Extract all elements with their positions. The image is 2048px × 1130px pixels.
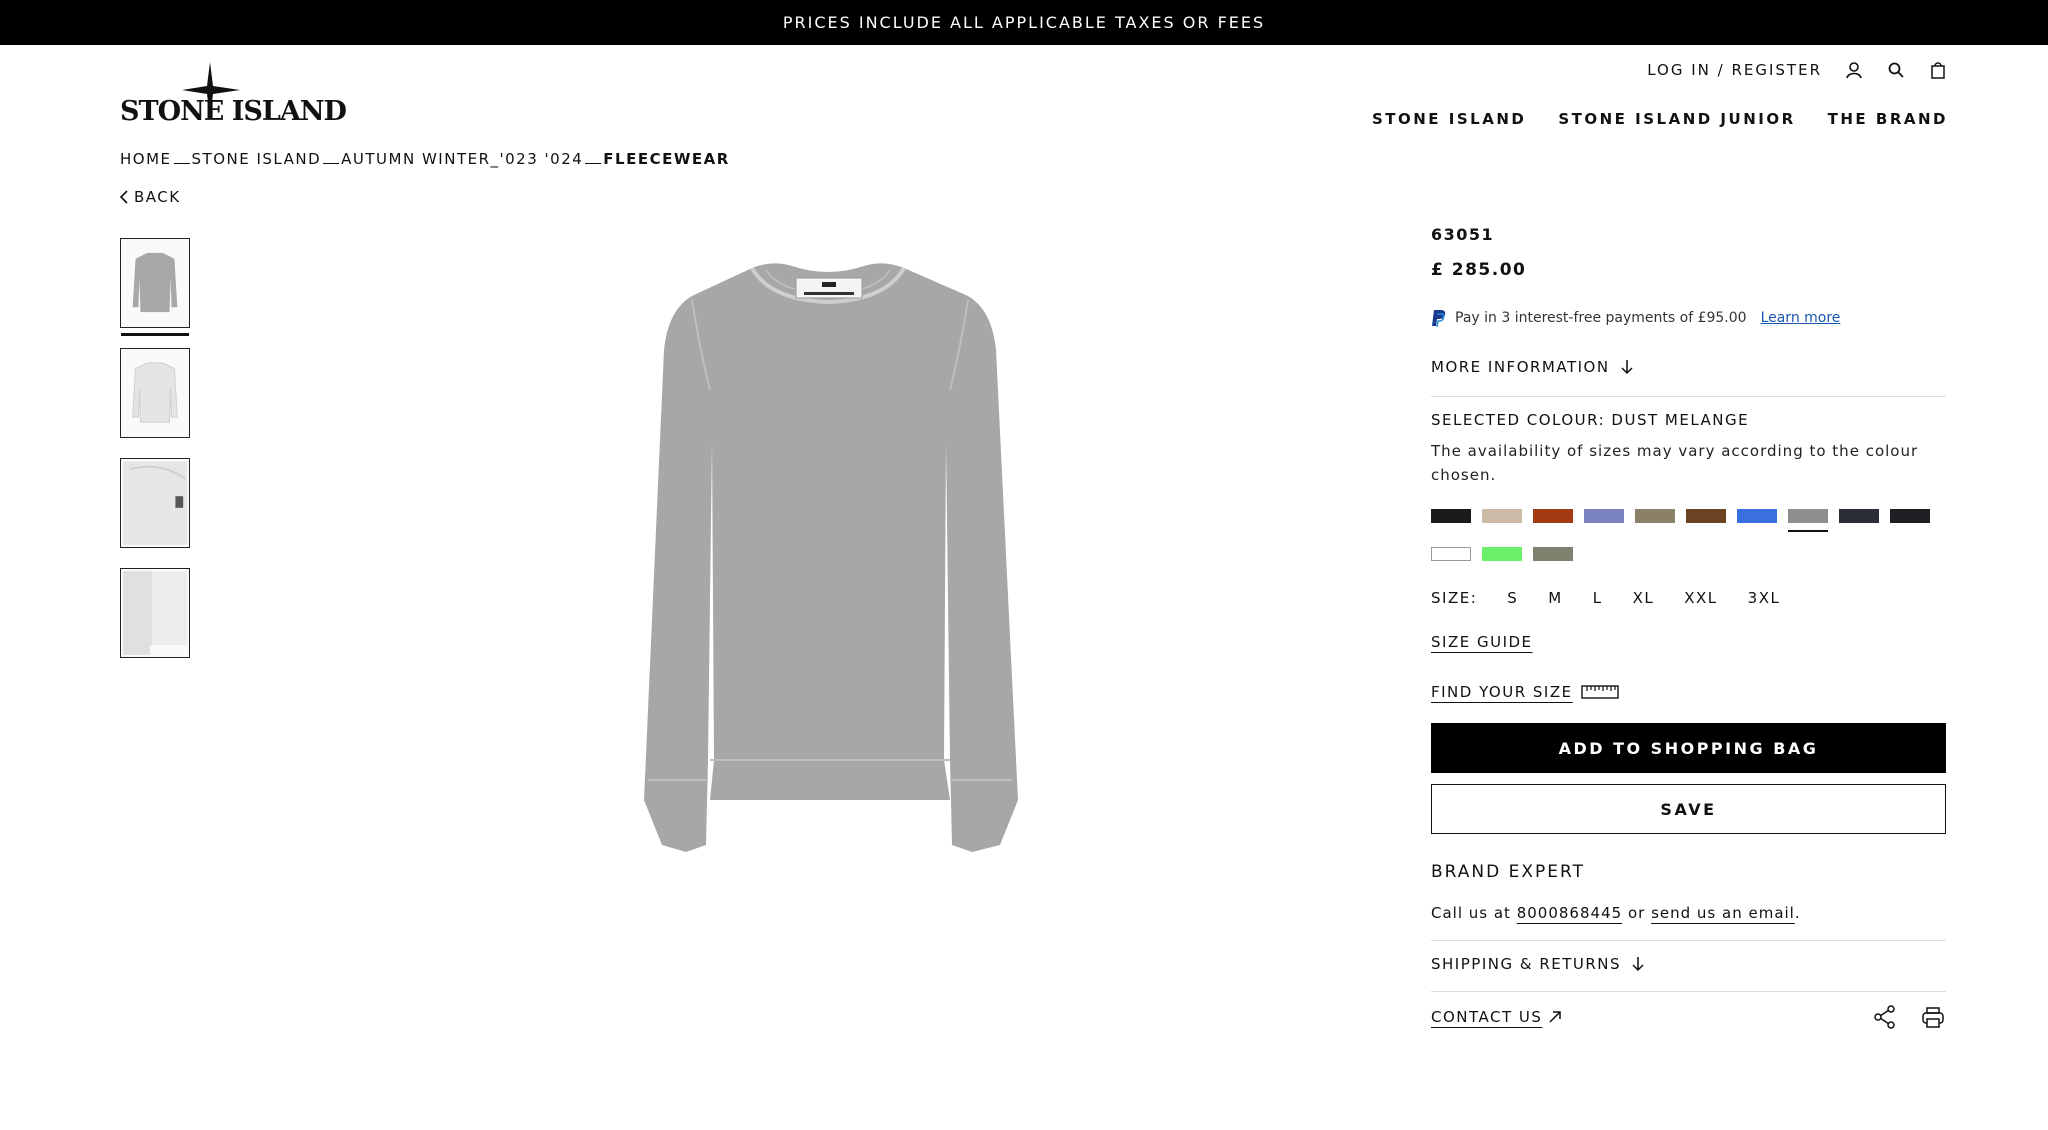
share-icon[interactable] <box>1872 1004 1898 1030</box>
more-information-label: MORE INFORMATION <box>1431 358 1610 376</box>
nav-the-brand[interactable]: THE BRAND <box>1828 110 1948 128</box>
thumbnail-sleeve-detail[interactable] <box>120 458 190 548</box>
thumbnail-fabric-detail[interactable] <box>120 568 190 658</box>
size-guide-link[interactable]: SIZE GUIDE <box>1431 633 1946 651</box>
colour-swatch[interactable] <box>1584 509 1624 523</box>
colour-swatch[interactable] <box>1482 509 1522 523</box>
send-email-link[interactable]: send us an email <box>1651 904 1795 922</box>
print-icon[interactable] <box>1920 1004 1946 1030</box>
login-register-link[interactable]: LOG IN / REGISTER <box>1647 61 1822 79</box>
size-option-s[interactable]: S <box>1507 589 1518 607</box>
user-icon[interactable] <box>1844 60 1864 80</box>
size-option-l[interactable]: L <box>1593 589 1603 607</box>
or-text: or <box>1627 904 1646 922</box>
shipping-returns-label: SHIPPING & RETURNS <box>1431 955 1622 973</box>
search-icon[interactable] <box>1886 60 1906 80</box>
colour-swatch[interactable] <box>1686 509 1726 523</box>
announcement-bar: PRICES INCLUDE ALL APPLICABLE TAXES OR F… <box>0 0 2048 45</box>
colour-swatch[interactable] <box>1635 509 1675 523</box>
back-label: BACK <box>134 188 181 206</box>
selected-colour-label: SELECTED COLOUR: DUST MELANGE <box>1431 411 1750 429</box>
phone-link[interactable]: 8000868445 <box>1517 904 1622 922</box>
size-option-xl[interactable]: XL <box>1633 589 1655 607</box>
size-option-xxl[interactable]: XXL <box>1684 589 1717 607</box>
breadcrumb-separator <box>323 150 340 164</box>
share-print-icons <box>1872 1004 1946 1030</box>
colour-swatch[interactable] <box>1431 547 1471 561</box>
colour-swatch[interactable] <box>1737 509 1777 523</box>
contact-us-label: CONTACT US <box>1431 1008 1543 1026</box>
brand-logo[interactable]: STONE ISLAND <box>120 60 347 130</box>
size-option-m[interactable]: M <box>1548 589 1562 607</box>
brand-expert-title: BRAND EXPERT <box>1431 862 1585 882</box>
colour-swatch[interactable] <box>1482 547 1522 561</box>
find-your-size-label: FIND YOUR SIZE <box>1431 683 1573 701</box>
shopping-bag-icon[interactable] <box>1928 60 1948 80</box>
breadcrumb-current: FLEECEWEAR <box>603 150 730 168</box>
colour-availability-note: The availability of sizes may vary accor… <box>1431 442 1919 484</box>
main-product-image <box>560 240 1100 880</box>
call-prefix: Call us at <box>1431 904 1511 922</box>
product-details-panel: 63051 £ 285.00 Pay in 3 interest-free pa… <box>1431 225 1946 1030</box>
paypal-text: Pay in 3 interest-free payments of £95.0… <box>1455 310 1747 326</box>
brand-expert-contact: Call us at 8000868445 or send us an emai… <box>1431 904 1946 941</box>
thumbnail-back[interactable] <box>120 348 190 438</box>
chevron-left-icon <box>119 190 128 204</box>
breadcrumb-stone-island[interactable]: STONE ISLAND <box>192 150 322 168</box>
nav-stone-island-junior[interactable]: STONE ISLAND JUNIOR <box>1558 110 1795 128</box>
back-link[interactable]: BACK <box>118 188 181 206</box>
contact-row: CONTACT US <box>1431 1004 1946 1030</box>
period-text: . <box>1794 904 1801 922</box>
breadcrumb-separator <box>585 150 602 164</box>
colour-swatch[interactable] <box>1788 509 1828 532</box>
breadcrumb: HOME STONE ISLAND AUTUMN WINTER_'023 '02… <box>120 150 730 168</box>
breadcrumb-season[interactable]: AUTUMN WINTER_'023 '024 <box>341 150 583 168</box>
colour-swatch[interactable] <box>1533 509 1573 523</box>
paypal-icon <box>1432 310 1446 328</box>
thumbnail-front[interactable] <box>120 238 190 336</box>
colour-swatch[interactable] <box>1431 509 1471 523</box>
size-selector: SIZE: S M L XL XXL 3XL <box>1431 589 1946 607</box>
announcement-text: PRICES INCLUDE ALL APPLICABLE TAXES OR F… <box>782 13 1266 32</box>
sweatshirt-image <box>644 263 1018 852</box>
shipping-returns-toggle[interactable]: SHIPPING & RETURNS <box>1431 955 1946 992</box>
logo-text: STONE ISLAND <box>120 96 347 127</box>
find-your-size-link[interactable]: FIND YOUR SIZE <box>1431 683 1946 701</box>
size-option-3xl[interactable]: 3XL <box>1748 589 1781 607</box>
product-code: 63051 <box>1431 225 1495 244</box>
thumbnail-gallery <box>120 238 190 678</box>
breadcrumb-home[interactable]: HOME <box>120 150 172 168</box>
product-price: £ 285.00 <box>1431 260 1527 280</box>
main-nav: STONE ISLAND STONE ISLAND JUNIOR THE BRA… <box>1372 110 1948 128</box>
nav-stone-island[interactable]: STONE ISLAND <box>1372 110 1526 128</box>
colour-swatch[interactable] <box>1533 547 1573 561</box>
breadcrumb-separator <box>173 150 190 164</box>
contact-us-link[interactable]: CONTACT US <box>1431 1008 1562 1026</box>
paypal-learn-more-link[interactable]: Learn more <box>1761 310 1841 326</box>
ruler-icon <box>1580 685 1619 699</box>
colour-swatch[interactable] <box>1890 509 1930 523</box>
arrow-down-icon <box>1620 359 1634 375</box>
external-arrow-icon <box>1549 1011 1562 1023</box>
paypal-installments: Pay in 3 interest-free payments of £95.0… <box>1431 308 1946 328</box>
save-button[interactable]: SAVE <box>1431 784 1946 834</box>
colour-swatch[interactable] <box>1839 509 1879 523</box>
more-information-toggle[interactable]: MORE INFORMATION <box>1431 358 1946 397</box>
arrow-down-icon <box>1631 956 1645 972</box>
size-label: SIZE: <box>1431 589 1478 607</box>
colour-swatches <box>1431 509 1946 561</box>
add-to-shopping-bag-button[interactable]: ADD TO SHOPPING BAG <box>1431 723 1946 773</box>
account-links: LOG IN / REGISTER <box>1647 60 1948 80</box>
